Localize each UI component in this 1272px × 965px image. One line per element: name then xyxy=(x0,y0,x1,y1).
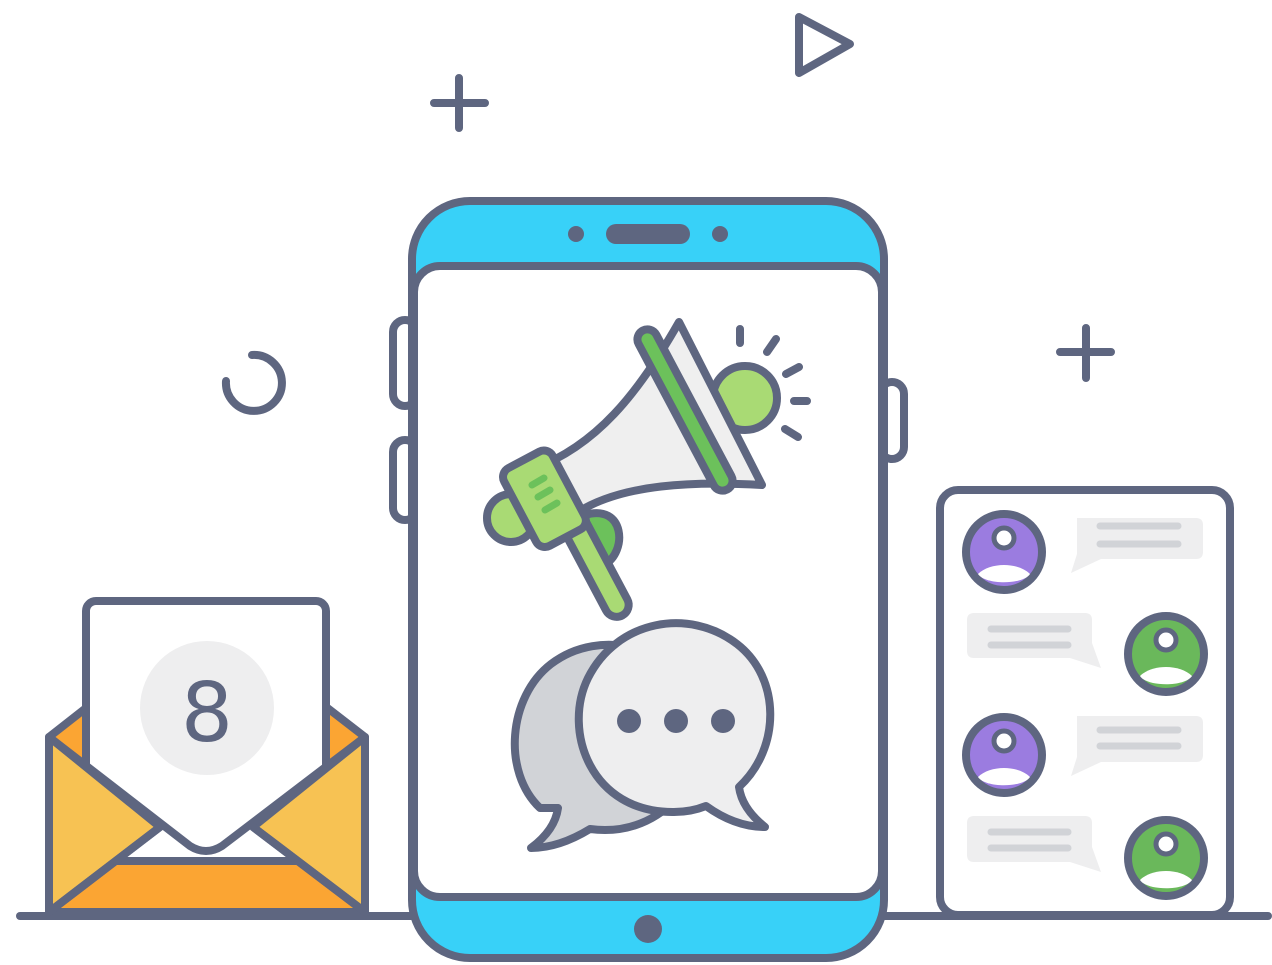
loading-arc-icon xyxy=(221,350,286,415)
typing-dot-icon xyxy=(664,709,688,733)
marketing-illustration: 8 xyxy=(16,13,1272,962)
chat-panel xyxy=(936,486,1234,919)
notification-count: 8 xyxy=(181,666,233,761)
avatar-head xyxy=(1153,627,1179,653)
plus-icon xyxy=(1056,324,1115,382)
plus-icon xyxy=(430,74,489,132)
envelope-illustration: 8 xyxy=(45,597,369,916)
phone-illustration xyxy=(389,197,908,962)
front-sensor xyxy=(712,226,728,242)
avatar-head xyxy=(1153,831,1179,857)
avatar-head xyxy=(991,525,1017,551)
phone-speaker xyxy=(606,224,690,244)
typing-dot-icon xyxy=(617,709,641,733)
avatar-head xyxy=(991,728,1017,754)
typing-dot-icon xyxy=(711,709,735,733)
home-button xyxy=(634,915,662,943)
front-camera xyxy=(568,226,584,242)
play-icon xyxy=(795,13,854,77)
